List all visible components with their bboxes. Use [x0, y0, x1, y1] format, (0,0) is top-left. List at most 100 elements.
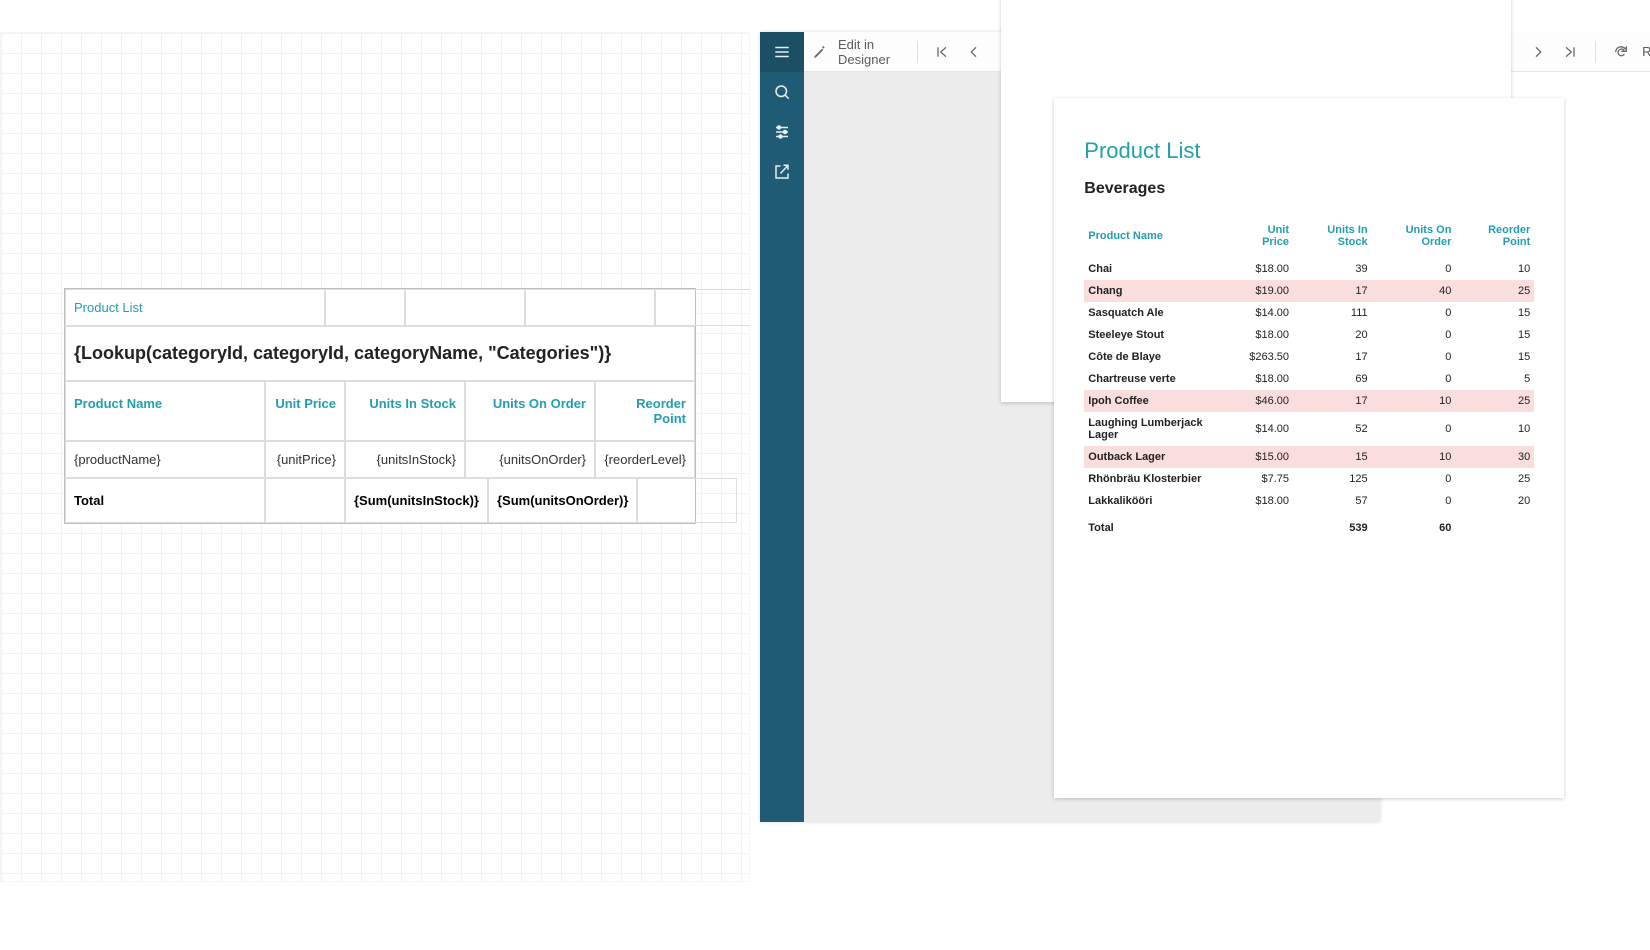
cell-stock: 17: [1293, 390, 1372, 412]
th-order: Units On Order: [1372, 218, 1456, 258]
cell-reorder: 10: [1455, 258, 1534, 280]
total-label: Total: [1084, 512, 1234, 539]
lookup-expression[interactable]: {Lookup(categoryId, categoryId, category…: [65, 326, 695, 381]
cell-order: 40: [1372, 280, 1456, 302]
cell-name: Ipoh Coffee: [1084, 390, 1234, 412]
field-reorder[interactable]: {reorderLevel}: [595, 441, 695, 478]
export-icon: [773, 163, 791, 181]
cell-reorder: 25: [1455, 280, 1534, 302]
col-header-price[interactable]: Unit Price: [265, 381, 345, 441]
cell-reorder: 10: [1455, 412, 1534, 446]
chevron-left-icon: [966, 44, 982, 60]
cell-order: 0: [1372, 368, 1456, 390]
cell-price: $7.75: [1234, 468, 1293, 490]
field-unit-price[interactable]: {unitPrice}: [265, 441, 345, 478]
table-row: Lakkalikööri$18.0057020: [1084, 490, 1534, 512]
prev-page-button[interactable]: [963, 41, 985, 63]
total-label[interactable]: Total: [65, 478, 265, 523]
cell-name: Chartreuse verte: [1084, 368, 1234, 390]
last-page-icon: [1562, 44, 1578, 60]
search-button[interactable]: [760, 72, 804, 112]
th-name: Product Name: [1084, 218, 1234, 258]
total-stock: 539: [1293, 512, 1372, 539]
refresh-button[interactable]: [1610, 41, 1632, 63]
cell-name: Laughing Lumberjack Lager: [1084, 412, 1234, 446]
table-row: Outback Lager$15.00151030: [1084, 446, 1534, 468]
export-button[interactable]: [760, 152, 804, 192]
cell-order: 0: [1372, 412, 1456, 446]
menu-button[interactable]: [760, 32, 804, 72]
edit-designer-label[interactable]: Edit in Designer: [838, 37, 903, 67]
pencil-icon: [812, 44, 828, 60]
col-header-reorder[interactable]: Reorder Point: [595, 381, 695, 441]
report-page: Product List Beverages Product Name Unit…: [1054, 98, 1564, 798]
cell-reorder: 5: [1455, 368, 1534, 390]
designer-canvas[interactable]: Product List {Lookup(categoryId, categor…: [0, 32, 750, 882]
table-row: Côte de Blaye$263.5017015: [1084, 346, 1534, 368]
last-page-button[interactable]: [1559, 41, 1581, 63]
empty-cell[interactable]: [637, 478, 737, 523]
cell-name: Lakkalikööri: [1084, 490, 1234, 512]
total-row: Total53960: [1084, 512, 1534, 539]
col-header-name[interactable]: Product Name: [65, 381, 265, 441]
empty-cell[interactable]: [655, 289, 755, 326]
cell-order: 0: [1372, 324, 1456, 346]
cell-price: $18.00: [1234, 490, 1293, 512]
cell-price: $18.00: [1234, 258, 1293, 280]
search-icon: [773, 83, 791, 101]
refresh-icon: [1613, 44, 1629, 60]
cell-stock: 69: [1293, 368, 1372, 390]
empty-cell[interactable]: [265, 478, 345, 523]
design-title[interactable]: Product List: [65, 289, 325, 326]
first-page-button[interactable]: [931, 41, 953, 63]
sum-stock-expr[interactable]: {Sum(unitsInStock)}: [345, 478, 488, 523]
table-row: Laughing Lumberjack Lager$14.0052010: [1084, 412, 1534, 446]
design-table[interactable]: Product List {Lookup(categoryId, categor…: [64, 288, 696, 524]
cell-stock: 39: [1293, 258, 1372, 280]
cell-stock: 57: [1293, 490, 1372, 512]
sliders-icon: [773, 123, 791, 141]
field-units-order[interactable]: {unitsOnOrder}: [465, 441, 595, 478]
cell-reorder: 15: [1455, 302, 1534, 324]
cell-price: $263.50: [1234, 346, 1293, 368]
cell-stock: 125: [1293, 468, 1372, 490]
viewer-main: Edit in Designer 1 / 1: [804, 32, 1650, 822]
cell-reorder: 25: [1455, 390, 1534, 412]
empty-cell[interactable]: [405, 289, 525, 326]
cell-price: $18.00: [1234, 324, 1293, 346]
field-product-name[interactable]: {productName}: [65, 441, 265, 478]
separator: [917, 41, 918, 63]
cell-order: 0: [1372, 258, 1456, 280]
th-stock: Units In Stock: [1293, 218, 1372, 258]
col-header-order[interactable]: Units On Order: [465, 381, 595, 441]
document-viewport[interactable]: Product List Beverages Product Name Unit…: [804, 72, 1650, 822]
empty-cell[interactable]: [325, 289, 405, 326]
next-page-button[interactable]: [1527, 41, 1549, 63]
col-header-stock[interactable]: Units In Stock: [345, 381, 465, 441]
table-row: Chai$18.0039010: [1084, 258, 1534, 280]
edit-designer-button[interactable]: [812, 41, 828, 63]
sum-order-expr[interactable]: {Sum(unitsOnOrder)}: [488, 478, 637, 523]
table-row: Sasquatch Ale$14.00111015: [1084, 302, 1534, 324]
cell-name: Côte de Blaye: [1084, 346, 1234, 368]
field-units-stock[interactable]: {unitsInStock}: [345, 441, 465, 478]
viewer-sidebar: [760, 32, 804, 822]
th-price: Unit Price: [1234, 218, 1293, 258]
cell-stock: 17: [1293, 280, 1372, 302]
chevron-right-icon: [1530, 44, 1546, 60]
table-row: Chartreuse verte$18.006905: [1084, 368, 1534, 390]
cell-stock: 17: [1293, 346, 1372, 368]
hamburger-icon: [773, 43, 791, 61]
th-reorder: Reorder Point: [1455, 218, 1534, 258]
table-row: Rhönbräu Klosterbier$7.75125025: [1084, 468, 1534, 490]
empty-cell[interactable]: [525, 289, 655, 326]
cell-price: $15.00: [1234, 446, 1293, 468]
cell-reorder: 25: [1455, 468, 1534, 490]
report-title: Product List: [1084, 138, 1534, 164]
cell-name: Chang: [1084, 280, 1234, 302]
parameters-button[interactable]: [760, 112, 804, 152]
cell-name: Sasquatch Ale: [1084, 302, 1234, 324]
cell-name: Outback Lager: [1084, 446, 1234, 468]
refresh-label[interactable]: Refresh: [1642, 44, 1650, 59]
table-row: Ipoh Coffee$46.00171025: [1084, 390, 1534, 412]
